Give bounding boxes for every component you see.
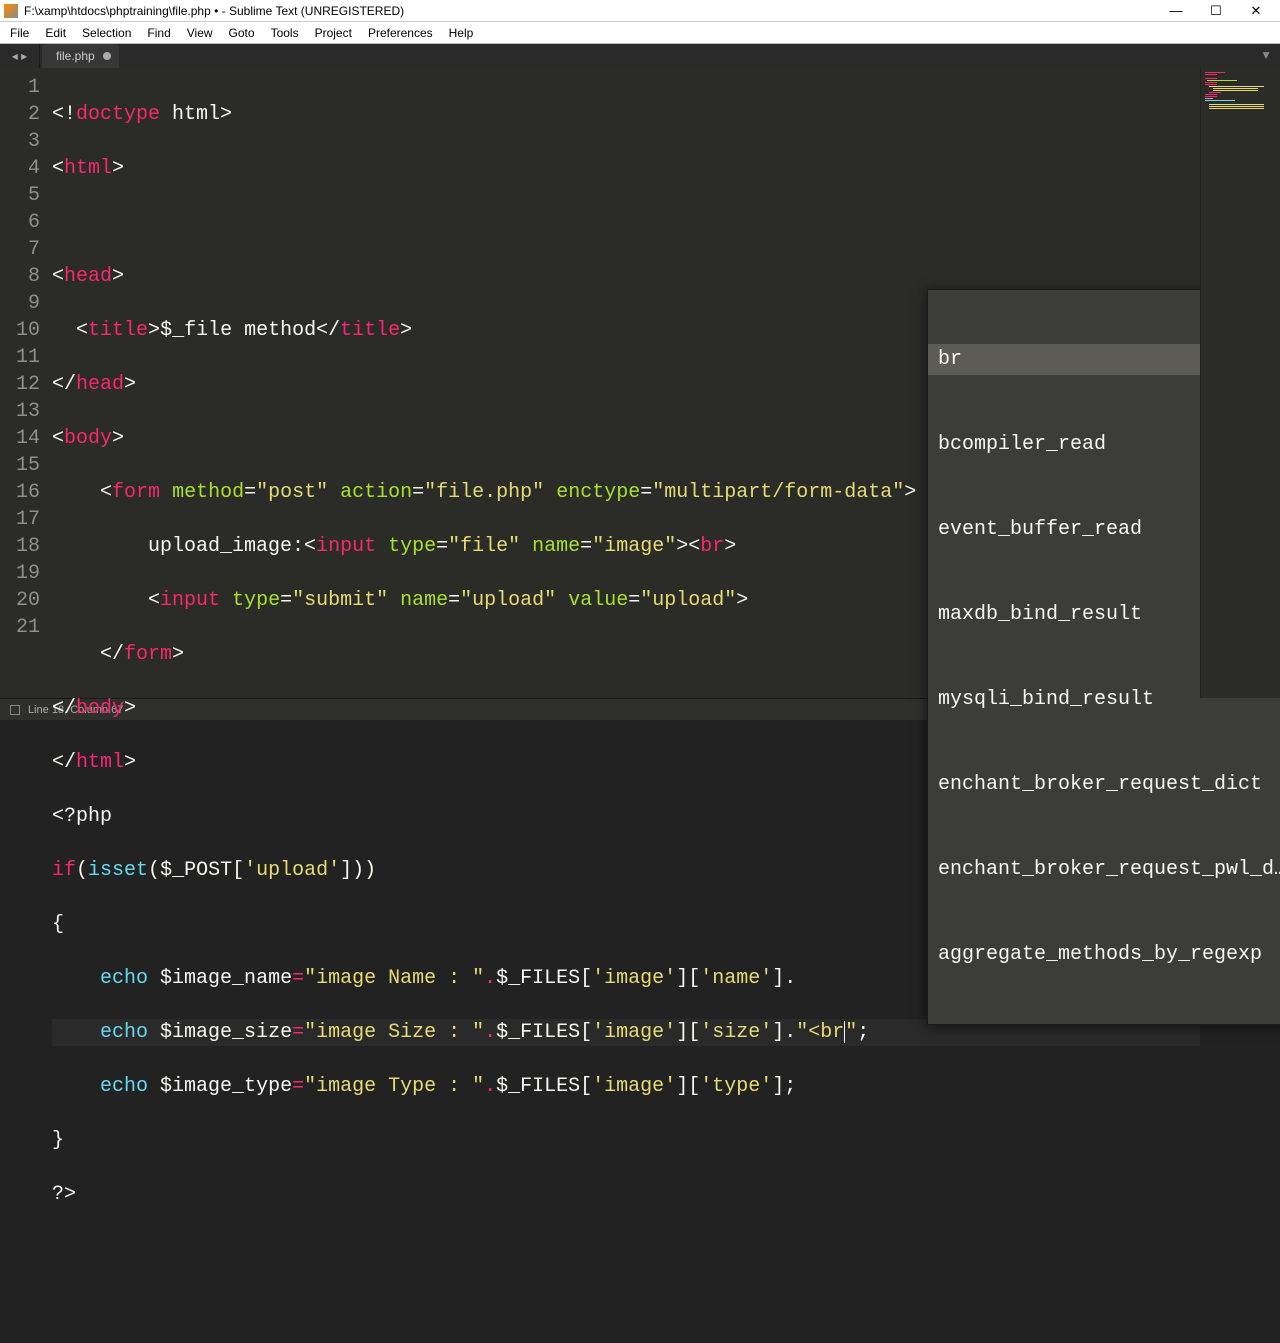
close-button[interactable]: ✕: [1236, 0, 1276, 22]
nav-arrows[interactable]: ◂ ▸: [0, 44, 40, 68]
editor[interactable]: 1 2 3 4 5 6 7 8 9 10 11 12 13 14 15 16 1…: [0, 68, 1280, 698]
line-number-gutter: 1 2 3 4 5 6 7 8 9 10 11 12 13 14 15 16 1…: [0, 68, 52, 698]
menu-find[interactable]: Find: [139, 22, 178, 44]
menu-preferences[interactable]: Preferences: [360, 22, 441, 44]
menu-project[interactable]: Project: [307, 22, 360, 44]
menu-file[interactable]: File: [2, 22, 37, 44]
tab-overflow-chevron[interactable]: ▼: [1260, 48, 1272, 62]
window-controls: — ☐ ✕: [1156, 0, 1276, 22]
menu-selection[interactable]: Selection: [74, 22, 139, 44]
maximize-button[interactable]: ☐: [1196, 0, 1236, 22]
titlebar: F:\xamp\htdocs\phptraining\file.php • - …: [0, 0, 1280, 22]
menu-edit[interactable]: Edit: [37, 22, 74, 44]
menu-help[interactable]: Help: [441, 22, 482, 44]
menu-tools[interactable]: Tools: [263, 22, 307, 44]
autocomplete-item[interactable]: enchant_broker_request_dict: [928, 769, 1280, 800]
code-area[interactable]: <!doctype html> <html> <head> <title>$_f…: [52, 68, 1200, 698]
panel-switch-icon[interactable]: [10, 705, 20, 715]
autocomplete-item[interactable]: aggregate_methods_by_regexp: [928, 939, 1280, 970]
minimap[interactable]: [1200, 68, 1280, 698]
autocomplete-item[interactable]: enchant_broker_request_pwl_d…: [928, 854, 1280, 885]
menu-goto[interactable]: Goto: [221, 22, 263, 44]
tab-file-php[interactable]: file.php: [42, 44, 119, 68]
tab-label: file.php: [56, 49, 95, 63]
tabbar: ◂ ▸ file.php ▼: [0, 44, 1280, 68]
app-icon: [4, 4, 18, 18]
minimize-button[interactable]: —: [1156, 0, 1196, 22]
menu-view[interactable]: View: [179, 22, 221, 44]
dirty-indicator: [103, 52, 111, 60]
window-title: F:\xamp\htdocs\phptraining\file.php • - …: [24, 4, 1156, 18]
menubar: File Edit Selection Find View Goto Tools…: [0, 22, 1280, 44]
